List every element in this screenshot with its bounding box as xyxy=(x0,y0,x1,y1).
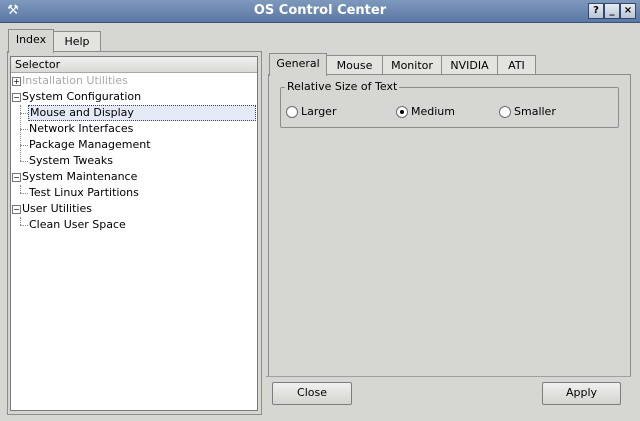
tree-line xyxy=(20,217,21,225)
radio-circle[interactable] xyxy=(286,106,298,118)
tab-index[interactable]: Index xyxy=(8,29,54,53)
apply-button[interactable]: Apply xyxy=(542,382,621,405)
tab-general[interactable]: General xyxy=(269,53,327,76)
radio-label[interactable]: Smaller xyxy=(514,104,556,120)
tree-item-network-interfaces[interactable]: Network Interfaces xyxy=(29,121,133,137)
window-title: OS Control Center xyxy=(253,3,387,18)
tab-ati[interactable]: ATI xyxy=(497,55,536,75)
tree-item-system-configuration[interactable]: System Configuration xyxy=(22,89,141,105)
radio-label[interactable]: Larger xyxy=(301,104,336,120)
groupbox-label: Relative Size of Text xyxy=(285,80,400,93)
tree-line xyxy=(20,185,21,193)
tree-line xyxy=(20,129,28,130)
expand-icon[interactable]: + xyxy=(12,77,21,86)
tree-item-user-utilities[interactable]: User Utilities xyxy=(22,201,92,217)
tab-monitor[interactable]: Monitor xyxy=(382,55,442,75)
tree-header[interactable]: Selector xyxy=(11,57,257,73)
tree-line xyxy=(20,145,28,146)
radio-circle[interactable] xyxy=(499,106,511,118)
tab-help[interactable]: Help xyxy=(53,31,101,52)
radio-label[interactable]: Medium xyxy=(411,104,455,120)
minimize-button[interactable]: _ xyxy=(604,3,620,19)
tree-line xyxy=(20,193,28,194)
tree-line xyxy=(20,225,28,226)
title-bar[interactable]: ⚒ OS Control Center ? _ × xyxy=(0,0,640,23)
radio-dot xyxy=(400,110,404,114)
tab-mouse[interactable]: Mouse xyxy=(326,55,383,75)
tree-line xyxy=(20,113,28,114)
radio-circle[interactable] xyxy=(396,106,408,118)
tree-item-installation-utilities: Installation Utilities xyxy=(22,74,128,87)
tree-item-system-tweaks[interactable]: System Tweaks xyxy=(29,153,113,169)
tree-item-mouse-and-display[interactable]: Mouse and Display xyxy=(28,105,256,121)
collapse-icon[interactable]: − xyxy=(12,93,21,102)
tree-line xyxy=(20,161,28,162)
close-button[interactable]: Close xyxy=(272,382,352,405)
tree-item-package-management[interactable]: Package Management xyxy=(29,137,151,153)
close-window-button[interactable]: × xyxy=(620,3,636,19)
tree-item-test-linux-partitions[interactable]: Test Linux Partitions xyxy=(29,185,139,201)
help-window-button[interactable]: ? xyxy=(588,3,604,19)
collapse-icon[interactable]: − xyxy=(12,173,21,182)
tree-item-clean-user-space[interactable]: Clean User Space xyxy=(29,217,126,233)
collapse-icon[interactable]: − xyxy=(12,205,21,214)
selector-tree[interactable]: Selector + Installation Utilities − Syst… xyxy=(10,56,258,411)
tab-nvidia[interactable]: NVIDIA xyxy=(441,55,498,75)
tree-item-system-maintenance[interactable]: System Maintenance xyxy=(22,169,137,185)
